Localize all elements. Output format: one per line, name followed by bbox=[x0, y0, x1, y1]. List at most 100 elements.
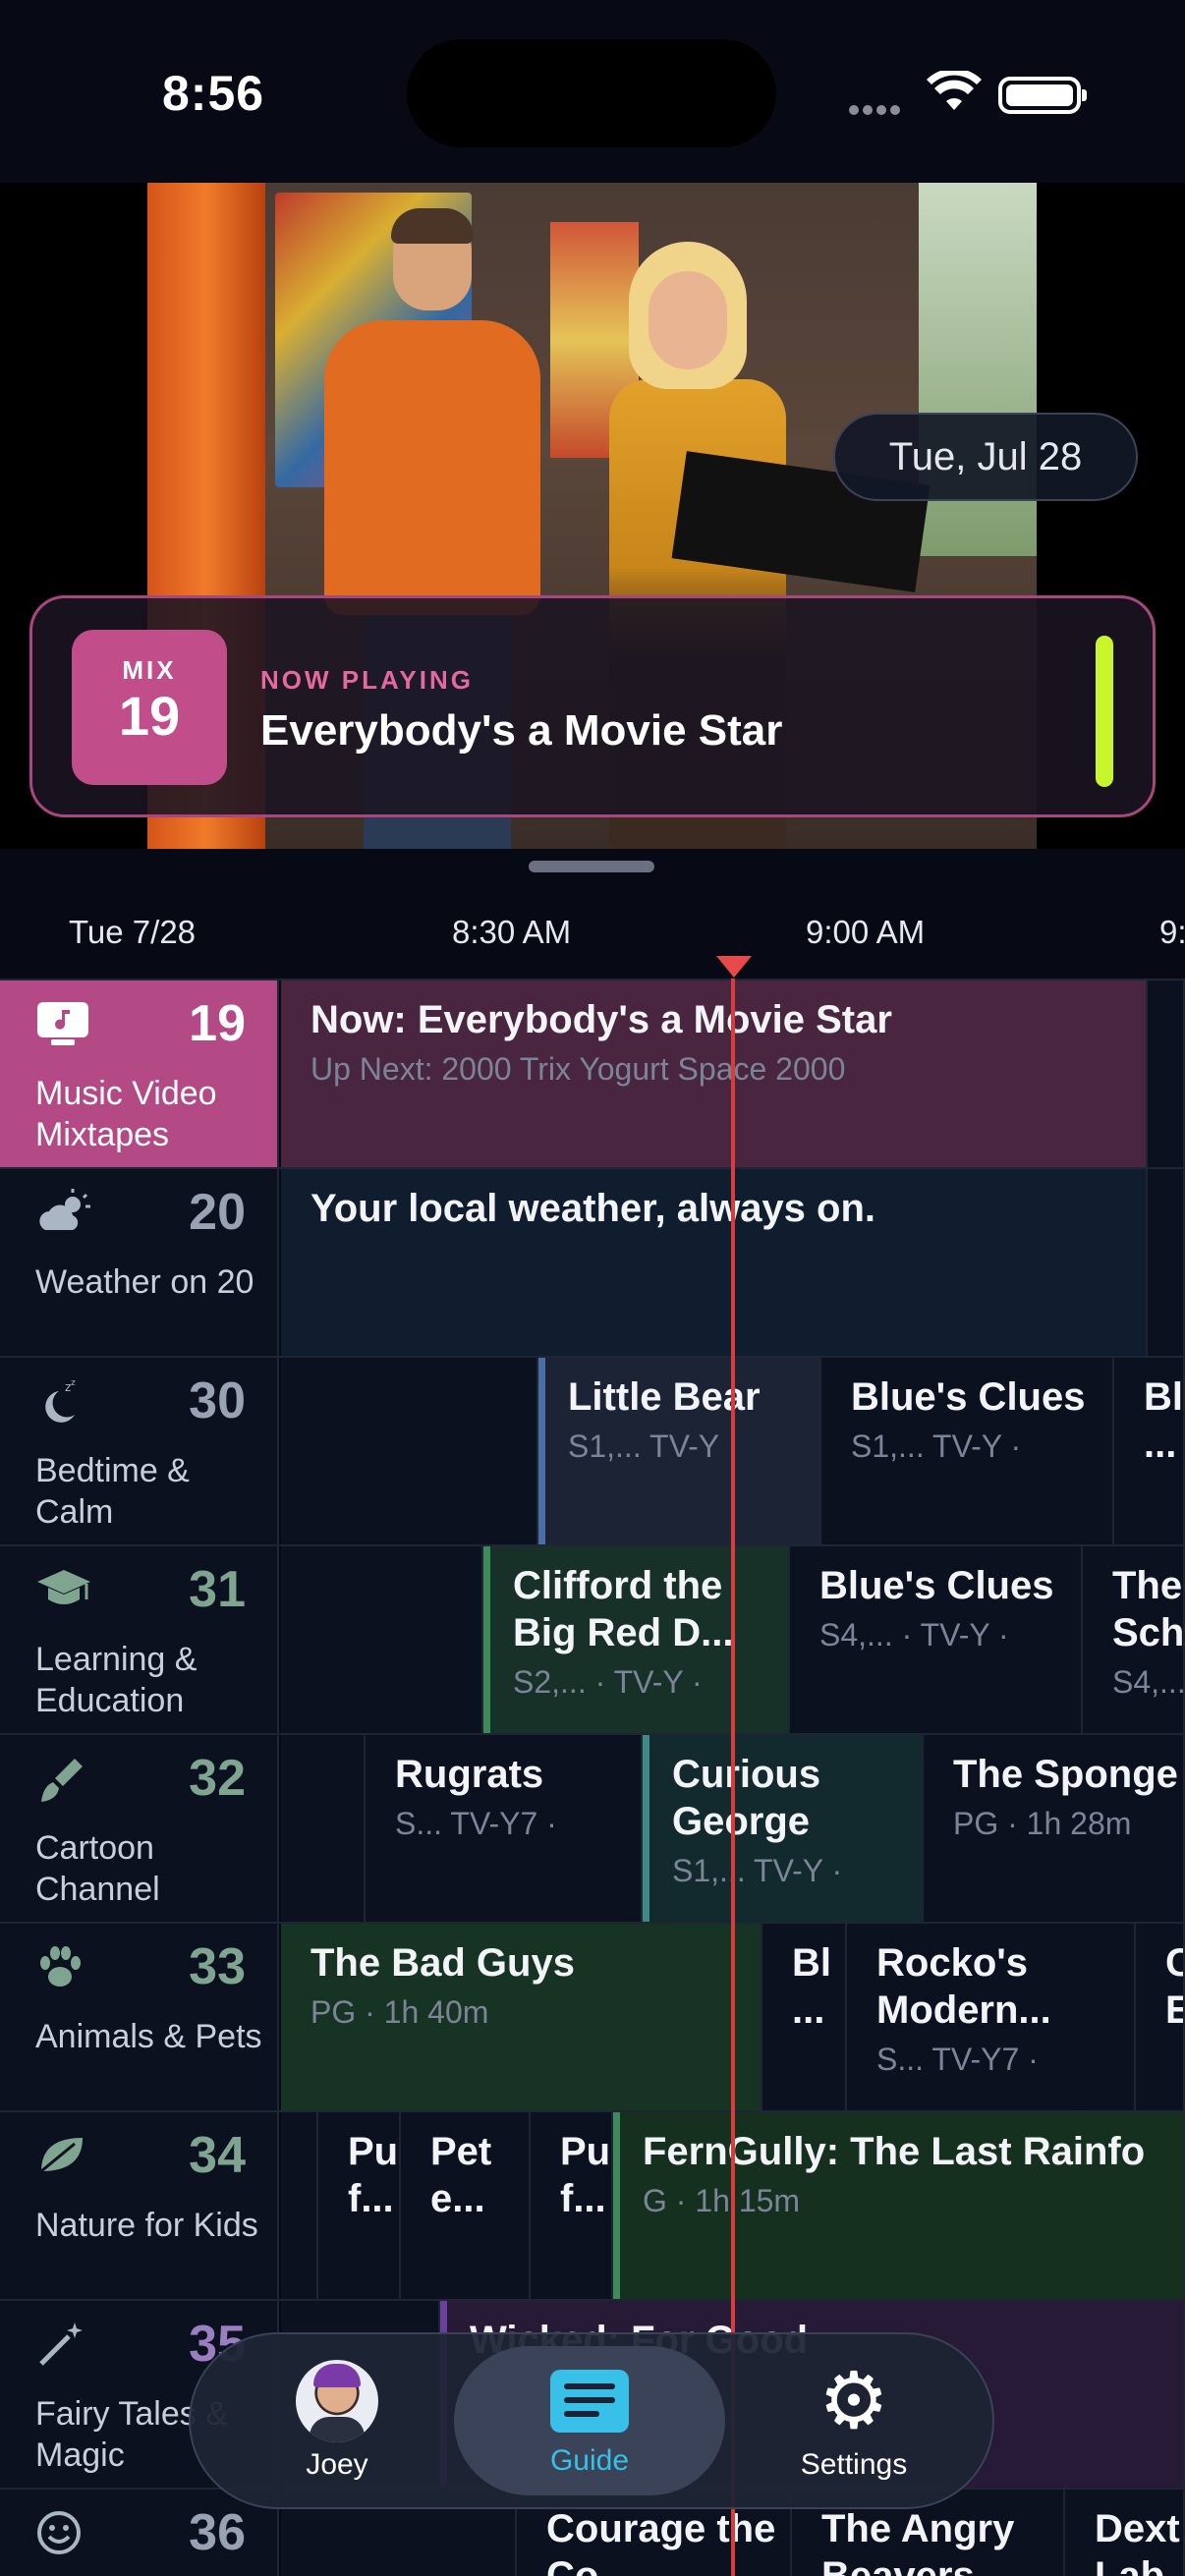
channel-row: zz 30 Bedtime & Calm Little Bear S1,... … bbox=[0, 1356, 1185, 1544]
program-title: Clifford the Big Red D... bbox=[513, 1564, 734, 1654]
program-cell[interactable] bbox=[281, 1546, 483, 1733]
moon-icon: zz bbox=[35, 1377, 94, 1428]
program-cell[interactable]: Pu f... bbox=[318, 2112, 401, 2299]
program-cell[interactable]: Bl ... bbox=[762, 1924, 847, 2110]
program-meta: Up Next: 2000 Trix Yogurt Space 2000 bbox=[310, 1051, 846, 1087]
tab-bar: Joey Guide ⚙ Settings bbox=[189, 2332, 994, 2509]
program-meta: PG · 1h 28m bbox=[953, 1806, 1132, 1841]
program-meta: S... TV-Y7 · bbox=[395, 1806, 557, 1841]
program-cell[interactable]: The Sponge PG · 1h 28m bbox=[924, 1735, 1185, 1922]
program-cell[interactable]: Blue's Clues S4,... · TV-Y · bbox=[790, 1546, 1083, 1733]
program-cell[interactable]: Bl ... bbox=[1114, 1358, 1185, 1544]
program-cell[interactable] bbox=[281, 2112, 318, 2299]
program-meta: S1,... TV-Y · bbox=[568, 1428, 739, 1464]
program-title: Pu f... bbox=[348, 2130, 399, 2220]
dynamic-island bbox=[407, 39, 776, 147]
date-pill: Tue, Jul 28 bbox=[833, 413, 1138, 501]
program-meta: G · 1h 15m bbox=[643, 2183, 801, 2218]
program-cell[interactable]: Pet e... bbox=[401, 2112, 531, 2299]
channel-number: 30 bbox=[189, 1372, 246, 1429]
program-cell[interactable] bbox=[1148, 980, 1185, 1167]
channel-name: Bedtime & Calm bbox=[35, 1452, 190, 1531]
channel-name: Cartoon Channel bbox=[35, 1829, 160, 1908]
channel-badge-number: 19 bbox=[118, 685, 181, 747]
channel-cell[interactable]: 34 Nature for Kids bbox=[0, 2112, 279, 2299]
channel-number: 33 bbox=[189, 1938, 246, 1995]
program-cell[interactable] bbox=[281, 1735, 366, 1922]
channel-number: 34 bbox=[189, 2127, 246, 2184]
magic-wand-icon bbox=[35, 2321, 94, 2372]
channel-badge: MIX 19 bbox=[72, 630, 227, 785]
program-cell[interactable]: Pu f... bbox=[531, 2112, 613, 2299]
program-cell[interactable]: The Bad Guys PG · 1h 40m bbox=[281, 1924, 762, 2110]
tab-guide[interactable]: Guide bbox=[454, 2346, 725, 2495]
program-cell[interactable]: Clifford the Big Red D... S2,... · TV-Y … bbox=[483, 1546, 790, 1733]
program-title: Courage the Co... bbox=[546, 2507, 776, 2576]
channel-number: 36 bbox=[189, 2504, 246, 2561]
program-cell[interactable]: Curious George S1,... TV-Y · bbox=[643, 1735, 924, 1922]
program-meta: S4,... bbox=[1112, 1664, 1185, 1700]
tab-profile[interactable]: Joey bbox=[263, 2346, 411, 2495]
status-time: 8:56 bbox=[162, 66, 265, 121]
channel-cell[interactable]: 36 bbox=[0, 2490, 279, 2576]
wifi-icon bbox=[927, 71, 982, 110]
tab-settings[interactable]: ⚙ Settings bbox=[770, 2346, 937, 2495]
channel-accent-bar bbox=[643, 1735, 649, 1922]
program-cell[interactable]: Dext Lab bbox=[1065, 2490, 1185, 2576]
program-title: The Sponge bbox=[953, 1753, 1178, 1796]
program-cell[interactable]: Rugrats S... TV-Y7 · bbox=[366, 1735, 643, 1922]
program-title: The Angry Beavers bbox=[821, 2507, 1015, 2576]
channel-cell[interactable]: 31 Learning & Education bbox=[0, 1546, 279, 1733]
svg-text:z: z bbox=[71, 1378, 76, 1388]
program-cell[interactable] bbox=[1148, 1169, 1185, 1356]
channel-accent-bar bbox=[483, 1546, 490, 1733]
avatar bbox=[296, 2360, 378, 2442]
channel-cell[interactable]: 19 Music Video Mixtapes bbox=[0, 980, 279, 1167]
program-meta: S2,... · TV-Y · bbox=[513, 1664, 703, 1700]
graduation-cap-icon bbox=[35, 1566, 94, 1617]
battery-icon bbox=[998, 77, 1087, 114]
program-title: FernGully: The Last Rainfo bbox=[643, 2130, 1146, 2173]
channel-name: Animals & Pets bbox=[35, 2018, 262, 2055]
guide-list-icon bbox=[550, 2370, 629, 2433]
now-playing-card[interactable]: MIX 19 NOW PLAYING Everybody's a Movie S… bbox=[29, 595, 1156, 817]
channel-cell[interactable]: 32 Cartoon Channel bbox=[0, 1735, 279, 1922]
program-cell[interactable]: Blue's Clues S1,... TV-Y · bbox=[821, 1358, 1114, 1544]
program-cell[interactable]: Little Bear S1,... TV-Y · bbox=[538, 1358, 821, 1544]
program-cell[interactable]: The Sch S4,... bbox=[1083, 1546, 1185, 1733]
drag-handle[interactable] bbox=[529, 861, 654, 872]
program-cell[interactable] bbox=[281, 1358, 538, 1544]
channel-cell[interactable]: 20 Weather on 20 bbox=[0, 1169, 279, 1356]
channel-number: 19 bbox=[189, 995, 246, 1052]
program-title: Rocko's Modern... bbox=[876, 1941, 1051, 2032]
music-note-icon bbox=[35, 1000, 94, 1051]
program-title: Bl ... bbox=[1144, 1375, 1183, 1466]
program-title: Pet e... bbox=[430, 2130, 492, 2220]
program-cell[interactable]: Now: Everybody's a Movie Star Up Next: 2… bbox=[281, 980, 1148, 1167]
program-meta: S1,... TV-Y · bbox=[672, 1853, 843, 1888]
program-cell[interactable]: Rocko's Modern... S... TV-Y7 · bbox=[847, 1924, 1136, 2110]
program-meta: S4,... · TV-Y · bbox=[819, 1617, 1009, 1652]
program-meta: S... TV-Y7 · bbox=[876, 2042, 1039, 2077]
channel-accent-bar bbox=[613, 2112, 620, 2299]
paintbrush-icon bbox=[35, 1755, 94, 1806]
program-title: Bl ... bbox=[792, 1941, 831, 2032]
channel-name: Weather on 20 bbox=[35, 1263, 254, 1301]
program-title: Your local weather, always on. bbox=[310, 1187, 876, 1230]
channel-name: Nature for Kids bbox=[35, 2207, 258, 2244]
channel-cell[interactable]: zz 30 Bedtime & Calm bbox=[0, 1358, 279, 1544]
program-cell[interactable]: FernGully: The Last Rainfo G · 1h 15m bbox=[613, 2112, 1185, 2299]
program-title: Little Bear bbox=[568, 1375, 761, 1419]
program-cell[interactable]: Your local weather, always on. bbox=[281, 1169, 1148, 1356]
channel-accent-bar bbox=[538, 1358, 545, 1544]
progress-indicator bbox=[1096, 636, 1113, 787]
channel-cell[interactable]: 33 Animals & Pets bbox=[0, 1924, 279, 2110]
program-cell[interactable]: C E bbox=[1136, 1924, 1185, 2110]
channel-row: 33 Animals & Pets The Bad Guys PG · 1h 4… bbox=[0, 1922, 1185, 2110]
channel-number: 31 bbox=[189, 1561, 246, 1618]
gear-icon: ⚙ bbox=[818, 2357, 889, 2444]
program-meta: S1,... TV-Y · bbox=[851, 1428, 1022, 1464]
channel-badge-label: MIX bbox=[122, 655, 177, 685]
program-title: Pu f... bbox=[560, 2130, 611, 2220]
cellular-signal-icon bbox=[849, 102, 908, 115]
